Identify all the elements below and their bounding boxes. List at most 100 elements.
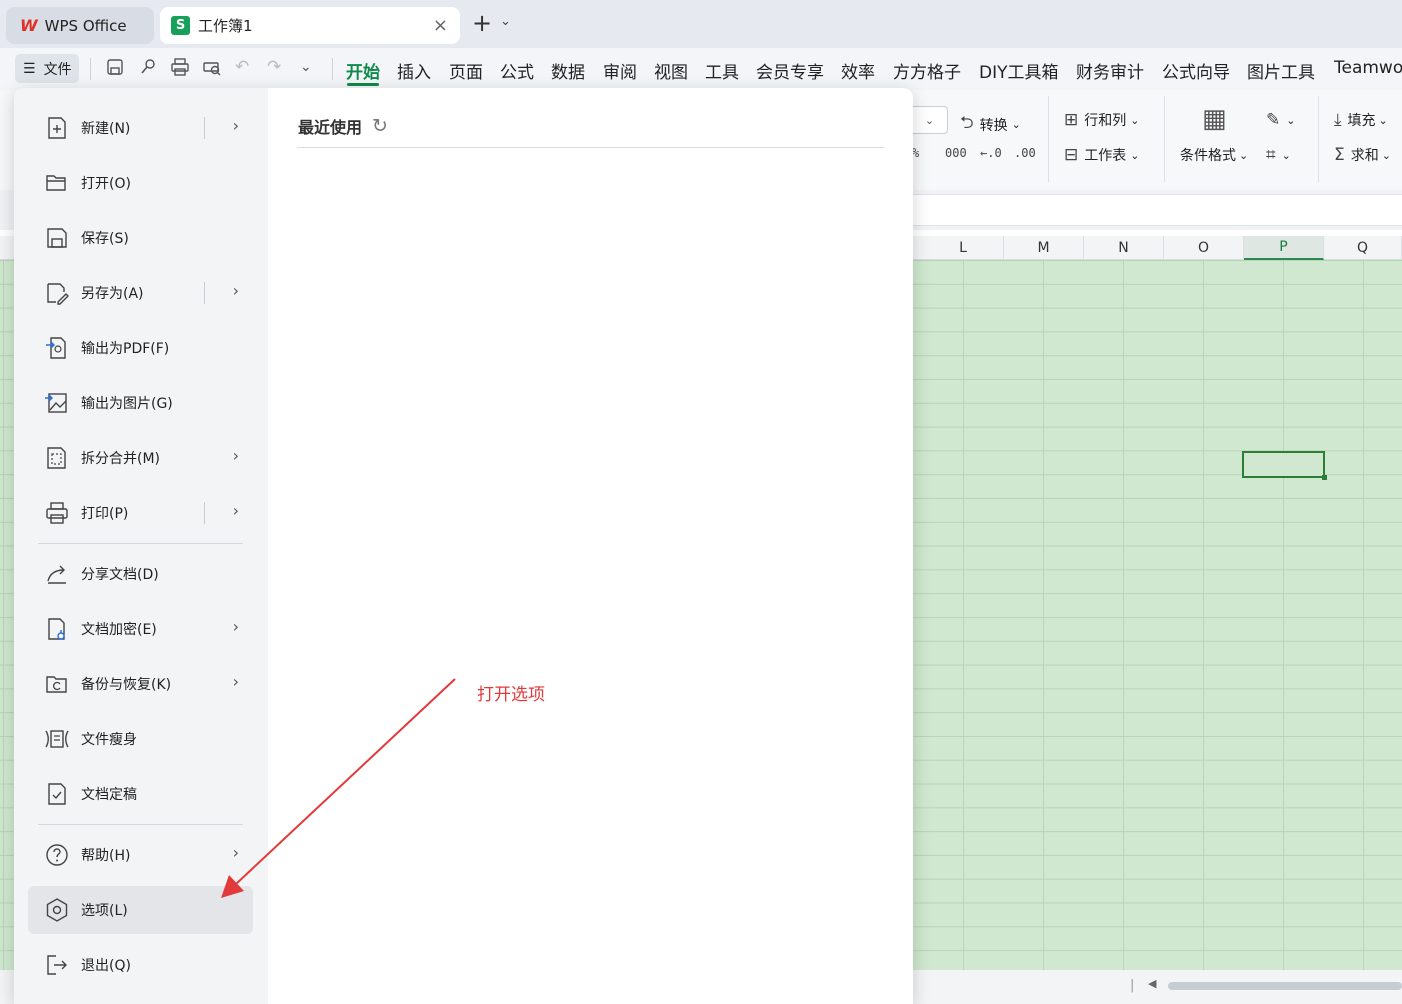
menu-item-split-merge[interactable]: 拆分合并(M) › <box>28 434 253 482</box>
tab-page[interactable]: 页面 <box>449 58 483 83</box>
menu-item-label: 文件瘦身 <box>81 732 137 748</box>
font-size-dropdown[interactable]: ⌄ <box>912 106 948 134</box>
thousands-format-icon[interactable]: 000 <box>945 146 967 160</box>
save-icon <box>43 224 71 252</box>
export-pdf-icon <box>43 334 71 362</box>
new-tab-button[interactable]: + <box>472 11 492 35</box>
border-button[interactable]: ⌗ ⌄ <box>1266 145 1291 165</box>
refresh-icon[interactable]: ↻ <box>372 115 388 137</box>
menu-item-export-pdf[interactable]: 输出为PDF(F) <box>28 324 253 372</box>
chevron-down-icon[interactable]: ⌄ <box>300 59 312 75</box>
ribbon-menu-bar: ☰ 文件 ↶ ↷ ⌄ 开始 插入 页面 公式 数据 审阅 视图 工具 会员专享 … <box>0 48 1402 90</box>
undo-icon[interactable]: ↶ <box>235 57 249 77</box>
redo-icon[interactable]: ↷ <box>267 57 281 77</box>
recent-title-label: 最近使用 <box>298 118 363 137</box>
tab-finance-audit[interactable]: 财务审计 <box>1076 58 1144 83</box>
recent-section-title: 最近使用 ↻ <box>298 114 388 138</box>
menu-item-label: 分享文档(D) <box>81 567 159 583</box>
menu-item-open[interactable]: 打开(O) <box>28 159 253 207</box>
file-menu-panel: 新建(N) › 打开(O) 保存(S) 另存为(A) › 输出为PDF(F) 输… <box>14 88 913 1004</box>
chevron-down-icon[interactable]: ⌄ <box>500 14 511 29</box>
tab-tools[interactable]: 工具 <box>705 58 739 83</box>
close-icon[interactable]: × <box>433 15 448 36</box>
conditional-format-icon[interactable]: ▦ <box>1202 104 1227 134</box>
convert-button[interactable]: ⮌ 转换 ⌄ <box>960 110 1021 139</box>
chevron-right-icon[interactable]: › <box>233 281 239 300</box>
tab-wps-office[interactable]: W WPS Office <box>6 7 154 44</box>
chevron-down-icon: ⌄ <box>1130 113 1140 127</box>
menu-item-print[interactable]: 打印(P) › <box>28 489 253 537</box>
menu-item-save[interactable]: 保存(S) <box>28 214 253 262</box>
menu-item-label: 另存为(A) <box>81 286 144 302</box>
menu-item-slim[interactable]: 文件瘦身 <box>28 715 253 763</box>
percent-format-icon[interactable]: % <box>912 146 919 160</box>
format-painter-icon[interactable] <box>138 57 158 82</box>
chevron-right-icon[interactable]: › <box>233 617 239 636</box>
chevron-right-icon[interactable]: › <box>233 672 239 691</box>
menu-item-export-image[interactable]: 输出为图片(G) <box>28 379 253 427</box>
tab-workbook[interactable]: S 工作簿1 × <box>160 7 460 44</box>
column-header-m[interactable]: M <box>1004 236 1084 260</box>
sum-button[interactable]: Σ 求和 ⌄ <box>1334 145 1391 165</box>
tab-efficiency[interactable]: 效率 <box>841 58 875 83</box>
tab-review[interactable]: 审阅 <box>603 58 637 83</box>
menu-divider <box>38 543 243 544</box>
menu-item-label: 文档定稿 <box>81 787 137 803</box>
tab-teamwork[interactable]: Teamwo <box>1334 58 1402 78</box>
worksheet-button[interactable]: ⊟ 工作表 ⌄ <box>1064 145 1139 165</box>
menu-item-encrypt[interactable]: 文档加密(E) › <box>28 605 253 653</box>
column-header-o[interactable]: O <box>1164 236 1244 260</box>
chevron-right-icon[interactable]: › <box>233 501 239 520</box>
row-col-button[interactable]: ⊞ 行和列 ⌄ <box>1064 110 1139 130</box>
menu-item-new[interactable]: 新建(N) › <box>28 104 253 152</box>
formula-input[interactable] <box>912 194 1402 226</box>
new-file-icon <box>43 114 71 142</box>
menu-item-share[interactable]: 分享文档(D) <box>28 550 253 598</box>
chevron-right-icon[interactable]: › <box>233 446 239 465</box>
column-header-q[interactable]: Q <box>1324 236 1402 260</box>
menu-item-help[interactable]: 帮助(H) › <box>28 831 253 879</box>
menu-item-exit[interactable]: 退出(Q) <box>28 941 253 989</box>
tab-diy-toolbox[interactable]: DIY工具箱 <box>979 58 1059 83</box>
decrease-decimal-icon[interactable]: .00 <box>1014 146 1036 160</box>
menu-item-label: 保存(S) <box>81 231 129 247</box>
print-preview-icon[interactable] <box>202 57 222 82</box>
increase-decimal-icon[interactable]: ←.0 <box>980 146 1002 160</box>
menu-item-save-as[interactable]: 另存为(A) › <box>28 269 253 317</box>
file-menu-button[interactable]: ☰ 文件 <box>15 54 79 83</box>
conditional-format-button[interactable]: 条件格式 ⌄ <box>1180 145 1248 165</box>
title-tab-bar: W WPS Office S 工作簿1 × + ⌄ <box>0 0 1402 48</box>
tab-member[interactable]: 会员专享 <box>756 58 824 83</box>
scrollbar-thumb[interactable] <box>1168 982 1402 990</box>
tab-home[interactable]: 开始 <box>346 58 380 83</box>
tab-data[interactable]: 数据 <box>551 58 585 83</box>
chevron-right-icon[interactable]: › <box>233 116 239 135</box>
sigma-icon: Σ <box>1334 145 1345 165</box>
column-header-l[interactable]: L <box>923 236 1004 260</box>
tab-picture-tools[interactable]: 图片工具 <box>1247 58 1315 83</box>
tab-fangfang[interactable]: 方方格子 <box>893 58 961 83</box>
menu-item-finalize[interactable]: 文档定稿 <box>28 770 253 818</box>
tab-formula[interactable]: 公式 <box>500 58 534 83</box>
split-merge-icon <box>43 444 71 472</box>
chevron-down-icon: ⌄ <box>1381 148 1391 162</box>
save-quick-icon[interactable] <box>105 57 125 82</box>
chevron-down-icon: ⌄ <box>1011 118 1021 131</box>
menu-item-backup[interactable]: 备份与恢复(K) › <box>28 660 253 708</box>
print-quick-icon[interactable] <box>170 57 190 82</box>
tab-formula-wizard[interactable]: 公式向导 <box>1162 58 1230 83</box>
active-cell[interactable] <box>1242 451 1327 480</box>
fill-button[interactable]: ⤓ 填充 ⌄ <box>1334 110 1388 130</box>
menu-item-options[interactable]: 选项(L) <box>28 886 253 934</box>
column-header-p[interactable]: P <box>1244 236 1324 260</box>
chevron-right-icon[interactable]: › <box>233 843 239 862</box>
tab-view[interactable]: 视图 <box>654 58 688 83</box>
column-header-n[interactable]: N <box>1084 236 1164 260</box>
tab-insert[interactable]: 插入 <box>397 58 431 83</box>
convert-icon: ⮌ <box>960 113 974 133</box>
conditional-format-label: 条件格式 <box>1180 148 1236 164</box>
cell-style-button[interactable]: ✎ ⌄ <box>1266 110 1295 130</box>
scroll-left-icon[interactable]: ◀ <box>1148 977 1156 990</box>
hamburger-icon: ☰ <box>23 60 36 77</box>
divider <box>90 58 91 80</box>
